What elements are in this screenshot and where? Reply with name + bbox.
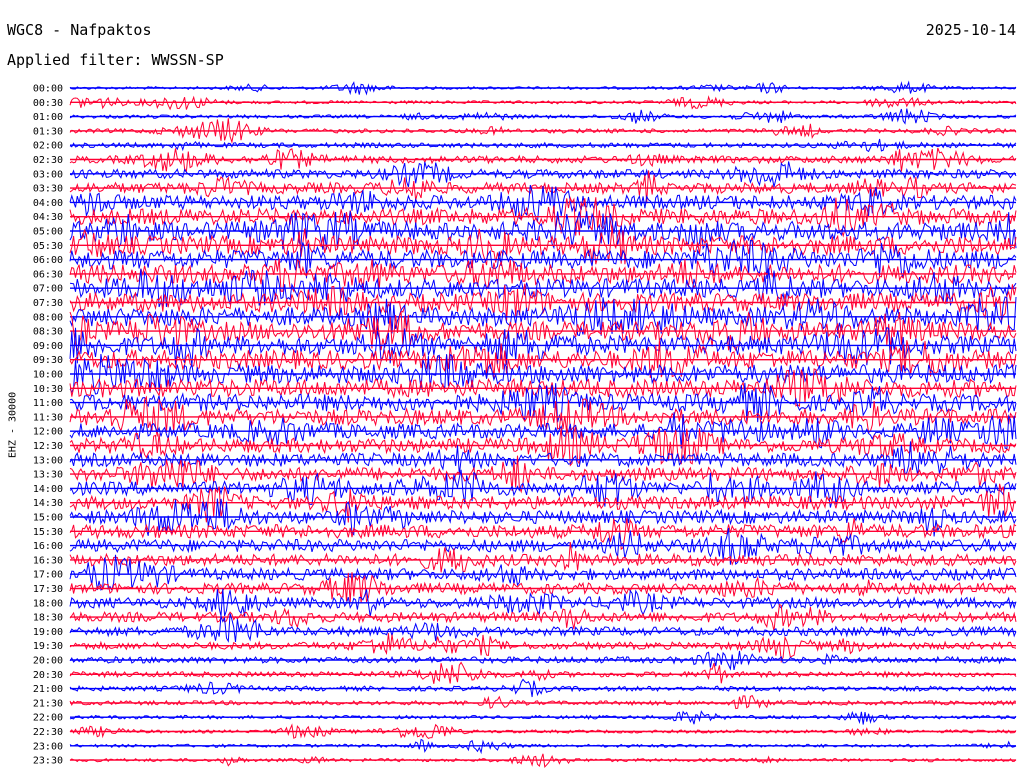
trace-row-0630 xyxy=(69,258,1017,293)
row-label-1930: 19:30 xyxy=(33,641,63,652)
row-label-0400: 04:00 xyxy=(33,198,63,209)
row-label-1200: 12:00 xyxy=(33,427,63,438)
trace-row-1930 xyxy=(69,633,1017,664)
trace-row-0030 xyxy=(69,95,1017,111)
row-label-2100: 21:00 xyxy=(33,684,63,695)
row-label-1800: 18:00 xyxy=(33,598,63,609)
row-label-0500: 05:00 xyxy=(33,227,63,238)
trace-row-2130 xyxy=(69,694,1017,710)
row-label-0130: 01:30 xyxy=(33,126,63,137)
row-label-1230: 12:30 xyxy=(33,441,63,452)
helicorder-plot: 00:00 00:30 01:00 01:30 02:00 02:30 03:00 03:30… xyxy=(33,80,1017,769)
trace-row-2030 xyxy=(69,661,1017,684)
row-label-1000: 10:00 xyxy=(33,370,63,381)
row-label-1630: 16:30 xyxy=(33,555,63,566)
row-label-1700: 17:00 xyxy=(33,570,63,581)
row-label-0330: 03:30 xyxy=(33,184,63,195)
row-label-1100: 11:00 xyxy=(33,398,63,409)
trace-row-0130 xyxy=(69,118,1017,144)
trace-row-2200 xyxy=(69,710,1017,725)
row-label-0530: 05:30 xyxy=(33,241,63,252)
row-label-1830: 18:30 xyxy=(33,613,63,624)
row-label-1130: 11:30 xyxy=(33,412,63,423)
row-label-2030: 20:30 xyxy=(33,670,63,681)
row-label-0200: 02:00 xyxy=(33,141,63,152)
row-label-0700: 07:00 xyxy=(33,284,63,295)
row-label-1300: 13:00 xyxy=(33,455,63,466)
row-label-0000: 00:00 xyxy=(33,84,63,95)
row-label-0430: 04:30 xyxy=(33,212,63,223)
row-label-0630: 06:30 xyxy=(33,269,63,280)
row-label-0830: 08:30 xyxy=(33,327,63,338)
row-label-0930: 09:30 xyxy=(33,355,63,366)
row-label-1730: 17:30 xyxy=(33,584,63,595)
row-label-1330: 13:30 xyxy=(33,470,63,481)
row-label-1900: 19:00 xyxy=(33,627,63,638)
row-label-2000: 20:00 xyxy=(33,656,63,667)
row-label-1500: 15:00 xyxy=(33,513,63,524)
row-label-1030: 10:30 xyxy=(33,384,63,395)
row-label-2200: 22:00 xyxy=(33,713,63,724)
row-label-0730: 07:30 xyxy=(33,298,63,309)
row-label-0030: 00:30 xyxy=(33,98,63,109)
row-label-0100: 01:00 xyxy=(33,112,63,123)
row-label-1530: 15:30 xyxy=(33,527,63,538)
row-label-2130: 21:30 xyxy=(33,698,63,709)
row-label-2300: 23:00 xyxy=(33,741,63,752)
trace-row-1630 xyxy=(69,542,1017,573)
row-label-2330: 23:30 xyxy=(33,756,63,767)
row-label-1600: 16:00 xyxy=(33,541,63,552)
row-label-1400: 14:00 xyxy=(33,484,63,495)
row-label-0230: 02:30 xyxy=(33,155,63,166)
row-label-0900: 09:00 xyxy=(33,341,63,352)
row-label-0300: 03:00 xyxy=(33,169,63,180)
row-label-2230: 22:30 xyxy=(33,727,63,738)
row-label-0600: 06:00 xyxy=(33,255,63,266)
row-label-1430: 14:30 xyxy=(33,498,63,509)
row-label-0800: 08:00 xyxy=(33,312,63,323)
